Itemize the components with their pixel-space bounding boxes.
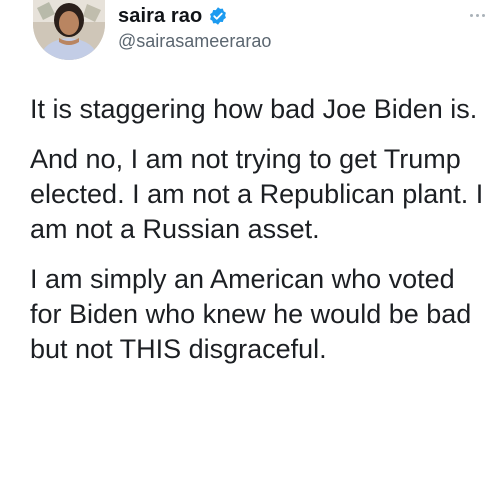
tweet-paragraph: And no, I am not trying to get Trump ele… — [30, 144, 484, 244]
author-display-name[interactable]: saira rao — [118, 5, 202, 28]
avatar-image — [33, 0, 105, 60]
tweet-paragraph: I am simply an American who voted for Bi… — [30, 264, 472, 364]
tweet-text: It is staggering how bad Joe Biden is. A… — [30, 92, 490, 382]
author-handle[interactable]: @sairasameerarao — [118, 31, 271, 52]
avatar[interactable] — [33, 0, 105, 60]
more-options-icon[interactable] — [470, 12, 490, 18]
tweet-paragraph: It is staggering how bad Joe Biden is. — [30, 94, 478, 124]
author-name-row: saira rao — [118, 2, 228, 30]
tweet-card: saira rao @sairasameerarao It is stagger… — [0, 0, 498, 500]
verified-badge-icon — [208, 6, 228, 26]
